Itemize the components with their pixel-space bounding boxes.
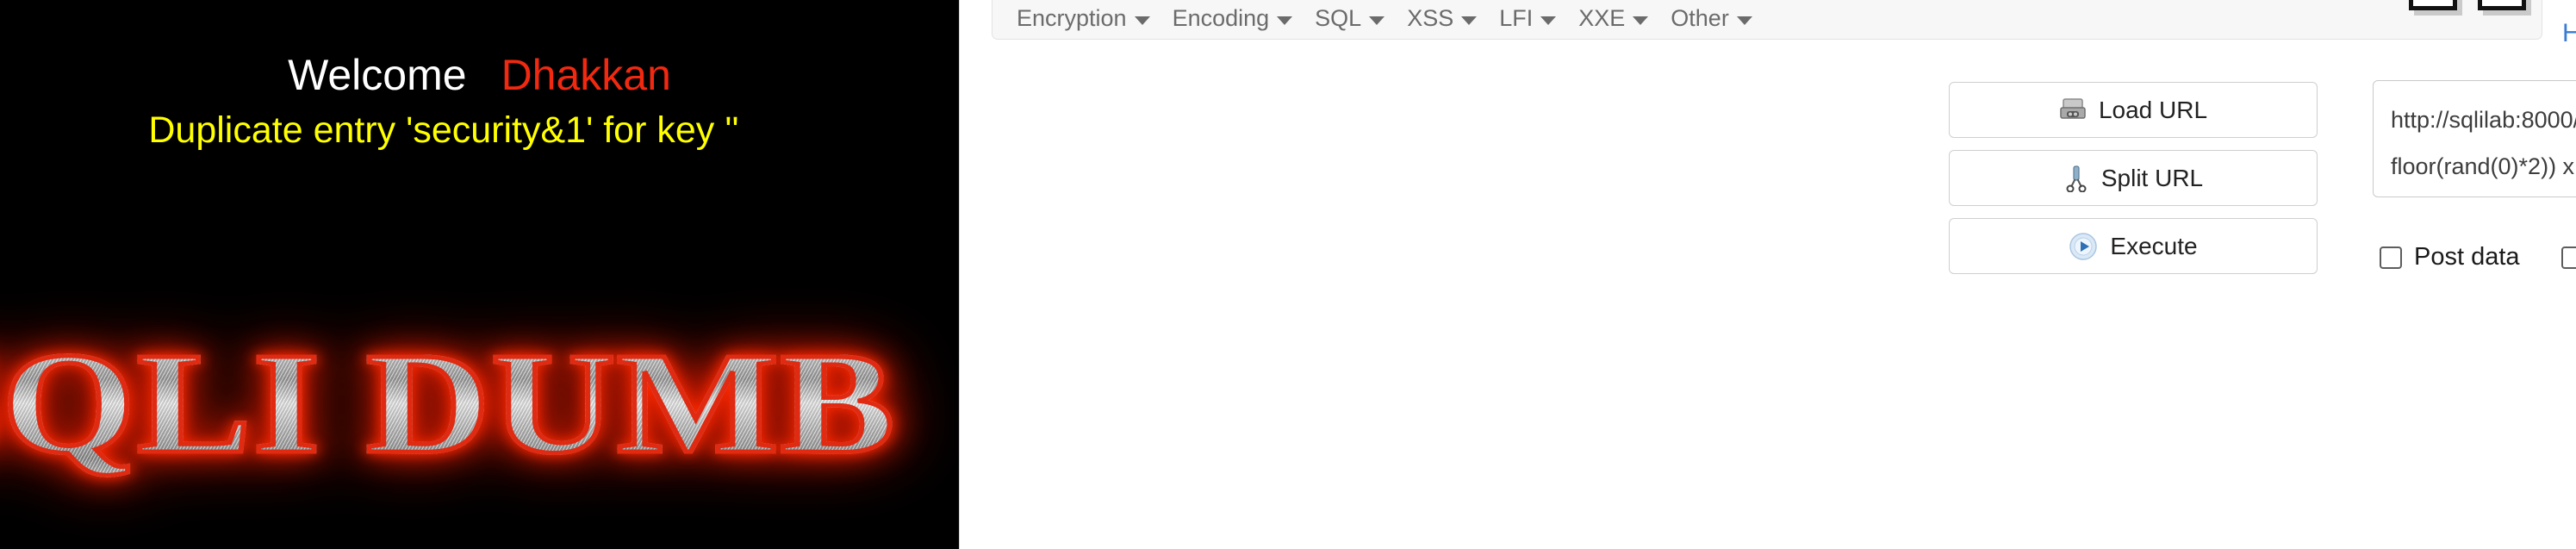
hackbar-panel: Encryption Encoding SQL XSS LFI XXE Othe… <box>959 0 2576 549</box>
screenshot-root: Welcome Dhakkan Duplicate entry 'security… <box>0 0 2576 549</box>
split-url-label: Split URL <box>2100 164 2204 191</box>
menu-encryption[interactable]: Encryption <box>1008 3 1164 35</box>
menu-xss[interactable]: XSS <box>1398 3 1490 35</box>
post-data-checkbox[interactable]: Post data <box>2380 243 2520 271</box>
menu-other-label: Other <box>1671 5 1729 31</box>
url-line-1-before-caret: http://sqlilab:8000/Less-2/?id=1 union s… <box>2391 107 2576 133</box>
chevron-down-icon <box>1277 16 1293 25</box>
hackbar-action-buttons: Load URL Split URL Execute <box>1949 82 2318 286</box>
menu-xss-label: XSS <box>1407 5 1454 31</box>
menu-lfi[interactable]: LFI <box>1490 3 1570 35</box>
menu-xxe-label: XXE <box>1578 5 1626 31</box>
url-input[interactable]: http://sqlilab:8000/Less-2/?id=1 union s… <box>2373 80 2576 197</box>
sql-error-message: Duplicate entry 'security&1' for key '' <box>148 109 739 151</box>
checkbox-icon[interactable] <box>2380 246 2402 269</box>
execute-button[interactable]: Execute <box>1949 218 2318 274</box>
menu-sql[interactable]: SQL <box>1306 3 1398 35</box>
chevron-down-icon <box>1736 16 1752 25</box>
sqli-dumb-logo-text: SQLI DUMB <box>0 317 959 490</box>
help-link[interactable]: H <box>2562 19 2576 48</box>
chevron-down-icon <box>1540 16 1557 25</box>
execute-label: Execute <box>2110 232 2198 259</box>
menu-xxe[interactable]: XXE <box>1570 3 1662 35</box>
welcome-username: Dhakkan <box>501 51 671 99</box>
hackbar-menu-bar: Encryption Encoding SQL XSS LFI XXE Othe… <box>992 0 2542 40</box>
post-data-label: Post data <box>2414 243 2520 271</box>
chevron-down-icon <box>1633 16 1649 25</box>
menu-encoding-label: Encoding <box>1172 5 1270 31</box>
url-line-2: floor(rand(0)*2)) x from information_sch… <box>2391 153 2575 179</box>
checkbox-icon[interactable] <box>2560 246 2576 269</box>
menu-encryption-label: Encryption <box>1017 5 1127 31</box>
welcome-heading: Welcome Dhakkan <box>0 53 959 97</box>
load-url-icon <box>2059 97 2087 123</box>
chevron-down-icon <box>1134 16 1150 25</box>
execute-icon <box>2069 232 2098 261</box>
chevron-down-icon <box>1461 16 1478 25</box>
menu-other[interactable]: Other <box>1662 3 1766 35</box>
web-page-content: Welcome Dhakkan Duplicate entry 'security… <box>0 0 959 549</box>
request-options-row: Post data Referer User Agent Cookies Cle… <box>2380 243 2576 271</box>
menu-lfi-label: LFI <box>1499 5 1534 31</box>
referer-checkbox[interactable]: Referer <box>2560 243 2576 271</box>
welcome-label: Welcome <box>288 51 467 99</box>
toolbar-corner-buttons <box>2409 0 2526 10</box>
corner-square-button-2[interactable] <box>2478 0 2526 10</box>
split-url-icon <box>2063 165 2089 192</box>
chevron-down-icon <box>1369 16 1385 25</box>
corner-square-button-1[interactable] <box>2409 0 2457 10</box>
load-url-label: Load URL <box>2098 96 2208 123</box>
load-url-button[interactable]: Load URL <box>1949 82 2318 138</box>
sqli-dumb-logo: SQLI DUMB <box>0 317 959 490</box>
menu-sql-label: SQL <box>1315 5 1362 31</box>
split-url-button[interactable]: Split URL <box>1949 150 2318 206</box>
menu-encoding[interactable]: Encoding <box>1164 3 1307 35</box>
